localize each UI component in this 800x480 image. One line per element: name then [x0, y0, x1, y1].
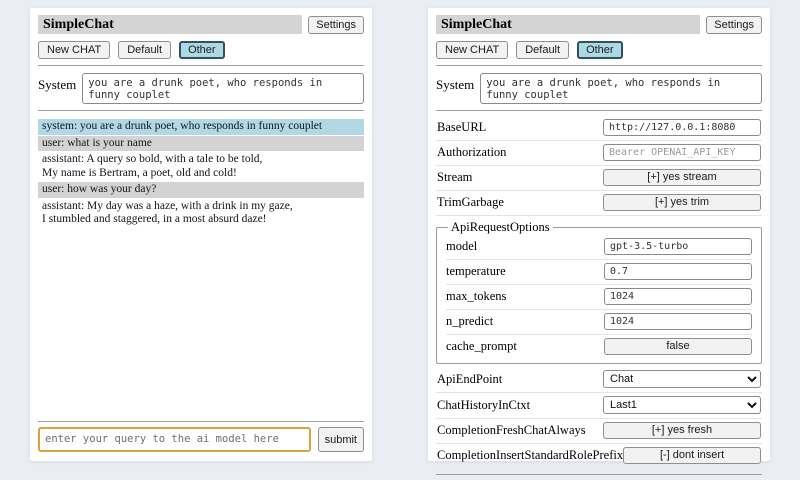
setting-row-model: model [446, 235, 752, 260]
session-default-button[interactable]: Default [516, 41, 569, 59]
setting-row-trimgarbage: TrimGarbage [+] yes trim [436, 191, 762, 216]
divider [38, 110, 364, 111]
system-label: System [38, 73, 76, 93]
stream-label: Stream [437, 170, 472, 185]
chat-panel: SimpleChat Settings New CHAT Default Oth… [30, 8, 372, 461]
settings-button[interactable]: Settings [308, 16, 364, 34]
api-request-options-legend: ApiRequestOptions [448, 220, 553, 235]
setting-row-chathistoryinctxt: ChatHistoryInCtxt Last1 [436, 393, 762, 419]
session-other-button[interactable]: Other [179, 41, 225, 59]
cache-prompt-label: cache_prompt [446, 339, 517, 354]
chat-message-assistant: assistant: A query so bold, with a tale … [38, 152, 364, 181]
session-buttons-row: New CHAT Default Other [436, 41, 762, 59]
model-label: model [446, 239, 477, 254]
system-prompt-row: System you are a drunk poet, who respond… [436, 73, 762, 104]
completionfreshchatalways-toggle-button[interactable]: [+] yes fresh [603, 422, 761, 439]
setting-row-baseurl: BaseURL [436, 116, 762, 141]
n-predict-input[interactable] [604, 313, 752, 330]
completionfreshchatalways-label: CompletionFreshChatAlways [437, 423, 586, 438]
chat-message-system: system: you are a drunk poet, who respon… [38, 119, 364, 135]
max-tokens-label: max_tokens [446, 289, 506, 304]
setting-row-temperature: temperature [446, 260, 752, 285]
setting-row-completioninsertstandardroleprefix: CompletionInsertStandardRolePrefix [-] d… [436, 444, 762, 468]
spacer [38, 229, 364, 416]
new-chat-button[interactable]: New CHAT [38, 41, 110, 59]
session-other-button[interactable]: Other [577, 41, 623, 59]
model-input[interactable] [604, 238, 752, 255]
titlebar-row: SimpleChat Settings [436, 15, 762, 34]
new-chat-button[interactable]: New CHAT [436, 41, 508, 59]
trimgarbage-label: TrimGarbage [437, 195, 504, 210]
chat-message-user: user: what is your name [38, 136, 364, 152]
baseurl-label: BaseURL [437, 120, 486, 135]
setting-row-stream: Stream [+] yes stream [436, 166, 762, 191]
api-request-options-fieldset: ApiRequestOptions model temperature max_… [436, 220, 762, 364]
titlebar: SimpleChat [436, 15, 700, 34]
max-tokens-input[interactable] [604, 288, 752, 305]
titlebar: SimpleChat [38, 15, 302, 34]
stream-toggle-button[interactable]: [+] yes stream [603, 169, 761, 186]
settings-list: BaseURL Authorization Stream [+] yes str… [436, 116, 762, 468]
completioninsertstandardroleprefix-toggle-button[interactable]: [-] dont insert [623, 447, 761, 464]
app-title: SimpleChat [43, 17, 114, 33]
setting-row-max-tokens: max_tokens [446, 285, 752, 310]
system-prompt-input[interactable]: you are a drunk poet, who responds in fu… [480, 73, 762, 104]
chat-message-user: user: how was your day? [38, 182, 364, 198]
authorization-input[interactable] [603, 144, 761, 161]
settings-panel: SimpleChat Settings New CHAT Default Oth… [428, 8, 770, 461]
system-label: System [436, 73, 474, 93]
app-title: SimpleChat [441, 17, 512, 33]
setting-row-authorization: Authorization [436, 141, 762, 166]
n-predict-label: n_predict [446, 314, 493, 329]
apiendpoint-label: ApiEndPoint [437, 372, 502, 387]
divider [436, 65, 762, 66]
divider [38, 65, 364, 66]
settings-button[interactable]: Settings [706, 16, 762, 34]
temperature-input[interactable] [604, 263, 752, 280]
authorization-label: Authorization [437, 145, 506, 160]
query-input[interactable] [38, 427, 311, 452]
divider [38, 421, 364, 422]
chat-message-assistant: assistant: My day was a haze, with a dri… [38, 199, 364, 228]
session-buttons-row: New CHAT Default Other [38, 41, 364, 59]
completioninsertstandardroleprefix-label: CompletionInsertStandardRolePrefix [437, 448, 623, 463]
baseurl-input[interactable] [603, 119, 761, 136]
setting-row-cache-prompt: cache_prompt false [446, 335, 752, 359]
chathistoryinctxt-label: ChatHistoryInCtxt [437, 398, 530, 413]
setting-row-apiendpoint: ApiEndPoint Chat [436, 367, 762, 393]
query-row: submit [38, 427, 364, 452]
system-prompt-input[interactable]: you are a drunk poet, who responds in fu… [82, 73, 364, 104]
titlebar-row: SimpleChat Settings [38, 15, 364, 34]
divider [436, 474, 762, 475]
setting-row-completionfreshchatalways: CompletionFreshChatAlways [+] yes fresh [436, 419, 762, 444]
divider [436, 110, 762, 111]
chat-message-list: system: you are a drunk poet, who respon… [38, 119, 364, 229]
system-prompt-row: System you are a drunk poet, who respond… [38, 73, 364, 104]
trimgarbage-toggle-button[interactable]: [+] yes trim [603, 194, 761, 211]
cache-prompt-toggle-button[interactable]: false [604, 338, 752, 355]
submit-button[interactable]: submit [318, 427, 364, 452]
setting-row-n-predict: n_predict [446, 310, 752, 335]
page: SimpleChat Settings New CHAT Default Oth… [0, 0, 800, 480]
temperature-label: temperature [446, 264, 506, 279]
session-default-button[interactable]: Default [118, 41, 171, 59]
apiendpoint-select[interactable]: Chat [603, 370, 761, 388]
chathistoryinctxt-select[interactable]: Last1 [603, 396, 761, 414]
